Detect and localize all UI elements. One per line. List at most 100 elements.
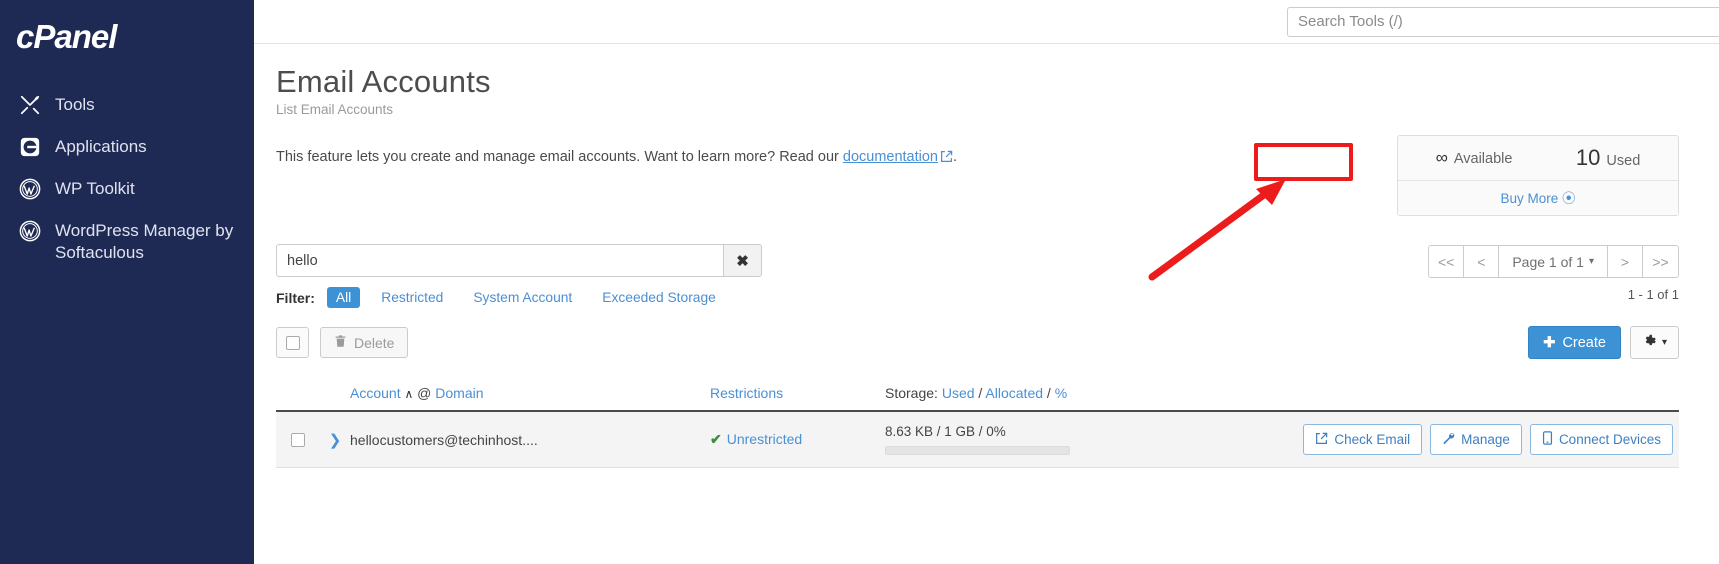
row-checkbox-cell <box>276 432 320 447</box>
quota-values: ∞ Available 10 Used <box>1398 136 1678 181</box>
account-search-input[interactable] <box>276 244 723 277</box>
sort-storage-percent-link[interactable]: % <box>1055 385 1067 401</box>
primary-actions: ✚ Create ▾ <box>1528 326 1679 359</box>
manage-label: Manage <box>1461 432 1510 447</box>
pagination-next-button[interactable]: > <box>1608 246 1643 277</box>
quota-panel: ∞ Available 10 Used Buy More ⦿ <box>1397 135 1679 216</box>
sort-ascending-icon: ∧ <box>404 387 414 401</box>
sort-storage-used-link[interactable]: Used <box>942 385 975 401</box>
row-checkbox[interactable] <box>291 432 305 447</box>
delete-label: Delete <box>354 334 395 351</box>
plus-circle-icon: ⦿ <box>1562 191 1576 206</box>
header-storage-label: Storage: <box>885 385 938 401</box>
quota-used-value: 10 <box>1575 145 1601 170</box>
connect-devices-label: Connect Devices <box>1558 432 1661 447</box>
documentation-link[interactable]: documentation <box>843 149 938 165</box>
header-sep-2: / <box>1046 385 1051 401</box>
sidebar-nav: Tools Applications WP Toolkit WordPress … <box>0 84 254 273</box>
buy-more-link[interactable]: Buy More ⦿ <box>1500 191 1575 206</box>
filter-chip-system-account[interactable]: System Account <box>464 287 581 308</box>
email-accounts-table: Account ∧ @ Domain Restrictions Storage:… <box>276 375 1679 468</box>
sidebar-item-tools[interactable]: Tools <box>0 84 254 126</box>
filter-row: Filter: All Restricted System Account Ex… <box>276 287 762 308</box>
header-storage-cell: Storage: Used / Allocated / % <box>885 385 1185 401</box>
checkbox-box <box>285 335 300 350</box>
sidebar-item-applications[interactable]: Applications <box>0 126 254 168</box>
page-body: Email Accounts List Email Accounts This … <box>254 44 1719 468</box>
row-restriction-label: Unrestricted <box>726 431 803 447</box>
sidebar-item-label-wordpress-manager: WordPress Manager by Softaculous <box>55 221 234 262</box>
sort-domain-link[interactable]: Domain <box>435 385 483 401</box>
pager-controls: << < Page 1 of 1 ▾ > >> <box>1427 245 1679 278</box>
settings-dropdown-button[interactable]: ▾ <box>1629 326 1679 359</box>
pagination: << < Page 1 of 1 ▾ > >> 1 - 1 of 1 <box>1427 244 1679 308</box>
buy-more-label: Buy More <box>1500 191 1559 206</box>
table-header-row: Account ∧ @ Domain Restrictions Storage:… <box>276 375 1679 412</box>
create-button[interactable]: ✚ Create <box>1528 326 1621 359</box>
pagination-prev-button[interactable]: < <box>1464 246 1500 277</box>
sort-restrictions-link[interactable]: Restrictions <box>710 385 783 401</box>
header-account-cell: Account ∧ @ Domain <box>350 385 710 401</box>
check-icon: ✔ <box>710 431 722 447</box>
row-storage-progress-bar <box>885 446 1070 455</box>
page-title: Email Accounts <box>276 64 491 99</box>
search-tools-input[interactable] <box>1287 6 1719 37</box>
pagination-first-button[interactable]: << <box>1428 246 1465 277</box>
filter-label: Filter: <box>276 289 315 306</box>
cpanel-logo[interactable]: cPanel <box>0 0 254 70</box>
search-and-filter: ✖ Filter: All Restricted System Account … <box>276 244 762 308</box>
connect-devices-button[interactable]: Connect Devices <box>1529 424 1673 455</box>
pagination-count: 1 - 1 of 1 <box>1627 287 1679 302</box>
chevron-down-icon: ▾ <box>1588 256 1594 267</box>
table-row: ❯ hellocustomers@techinhost.... ✔ Unrestr… <box>276 412 1679 468</box>
tools-icon <box>18 93 42 117</box>
manage-button[interactable]: Manage <box>1430 424 1522 455</box>
quota-used: 10 Used <box>1576 145 1640 171</box>
mobile-icon <box>1542 431 1553 448</box>
wrench-icon <box>1442 432 1455 448</box>
row-account-email: hellocustomers@techinhost.... <box>350 431 538 448</box>
clear-search-button[interactable]: ✖ <box>723 244 762 277</box>
row-restrictions: ✔ Unrestricted <box>710 431 885 448</box>
account-search-wrap: ✖ <box>276 244 762 277</box>
quota-buy-more-row: Buy More ⦿ <box>1398 181 1678 215</box>
wordpress-icon <box>18 177 42 201</box>
pagination-page-select[interactable]: Page 1 of 1 ▾ <box>1499 246 1608 277</box>
check-email-button[interactable]: Check Email <box>1303 424 1423 455</box>
external-link-icon <box>1315 432 1328 448</box>
main-content: Email Accounts List Email Accounts This … <box>254 0 1719 564</box>
cpanel-email-accounts-page: cPanel Tools Applications WP Toolkit Wor… <box>0 0 1719 564</box>
delete-button[interactable]: Delete <box>320 327 409 358</box>
description-prefix: This feature lets you create and manage … <box>276 149 843 165</box>
sort-account-link[interactable]: Account <box>350 385 401 401</box>
description-and-quota: This feature lets you create and manage … <box>276 135 1679 216</box>
row-expand-toggle[interactable]: ❯ <box>320 431 350 449</box>
page-subtitle: List Email Accounts <box>276 102 394 117</box>
topbar <box>254 0 1719 44</box>
external-link-icon <box>940 149 953 169</box>
trash-icon <box>334 334 347 351</box>
wordpress-icon <box>18 219 42 243</box>
quota-available: ∞ Available <box>1436 148 1513 168</box>
sidebar-item-wordpress-manager[interactable]: WordPress Manager by Softaculous <box>0 210 254 273</box>
pagination-last-button[interactable]: >> <box>1643 246 1678 277</box>
select-all-checkbox[interactable] <box>276 327 309 358</box>
sort-storage-allocated-link[interactable]: Allocated <box>985 385 1043 401</box>
check-email-label: Check Email <box>1334 432 1411 447</box>
header-sep-1: / <box>978 385 983 401</box>
sidebar-item-label-tools: Tools <box>55 95 95 114</box>
description-suffix: . <box>953 149 958 165</box>
gear-icon <box>1642 334 1656 351</box>
quota-used-label: Used <box>1606 153 1641 169</box>
row-actions: Check Email Manage Connect Devices <box>1185 424 1679 455</box>
filter-chip-restricted[interactable]: Restricted <box>372 287 452 308</box>
sidebar-item-label-applications: Applications <box>55 137 147 156</box>
header-restrictions-cell: Restrictions <box>710 385 885 401</box>
table-actions-row: Delete ✚ Create ▾ <box>276 326 1679 359</box>
sidebar-item-wp-toolkit[interactable]: WP Toolkit <box>0 168 254 210</box>
create-label: Create <box>1562 334 1606 351</box>
pagination-page-label: Page 1 of 1 <box>1512 253 1584 270</box>
cpanel-logo-text: cPanel <box>16 18 117 55</box>
filter-chip-exceeded-storage[interactable]: Exceeded Storage <box>593 287 725 308</box>
filter-chip-all[interactable]: All <box>326 287 361 308</box>
